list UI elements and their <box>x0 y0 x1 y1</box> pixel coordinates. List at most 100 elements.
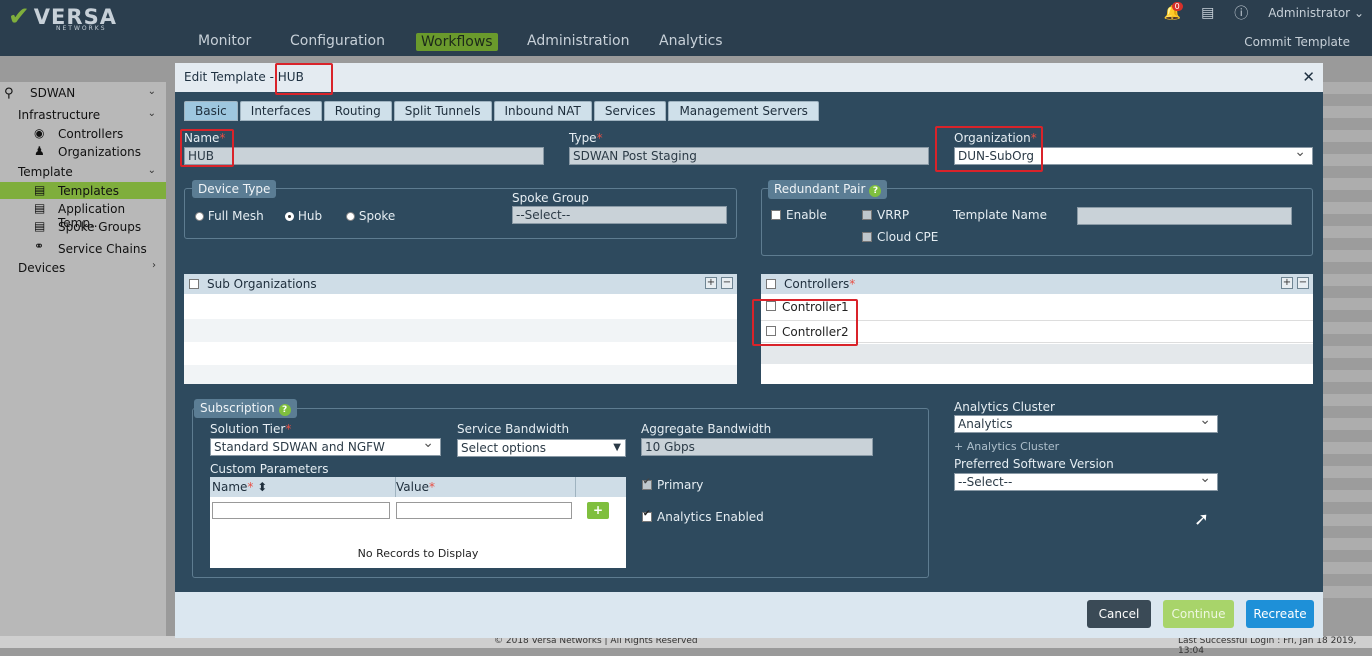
add-analytics-cluster-link[interactable]: + Analytics Cluster <box>954 440 1059 453</box>
sort-icon[interactable]: ⬍ <box>257 480 267 494</box>
tab-basic[interactable]: Basic <box>184 101 238 121</box>
nav-analytics[interactable]: Analytics <box>659 33 723 49</box>
check-icon: ✔ <box>643 509 651 519</box>
nav-monitor[interactable]: Monitor <box>198 33 251 49</box>
tab-inbound-nat[interactable]: Inbound NAT <box>493 101 592 121</box>
primary-label: Primary <box>657 478 704 492</box>
sub-organizations-header: Sub Organizations + − <box>184 274 737 294</box>
spoke-group-select[interactable]: --Select-- <box>512 206 727 224</box>
radio-spoke[interactable]: Spoke <box>346 209 395 223</box>
enable-label: Enable <box>786 208 827 222</box>
document-icon[interactable]: ▤ <box>1201 5 1214 21</box>
solution-tier-select[interactable]: Standard SDWAN and NGFW <box>210 435 441 456</box>
versa-logo-icon: ✔ <box>8 2 30 32</box>
spoke-groups-icon: ▤ <box>34 219 46 233</box>
param-value-input[interactable] <box>396 502 572 519</box>
sub-orgs-select-all[interactable] <box>189 279 199 289</box>
vrrp-label: VRRP <box>877 208 910 222</box>
bell-icon[interactable]: 🔔 0 <box>1164 2 1183 21</box>
sidebar-item-spoke-groups[interactable]: Spoke Groups <box>58 220 141 234</box>
last-login: Last Successful Login : Fri, Jan 18 2019… <box>1178 636 1357 656</box>
mouse-cursor-icon: ➚ <box>1194 509 1210 530</box>
logo-text: VERSA <box>33 5 117 29</box>
solution-tier-label: Solution Tier* <box>210 422 292 436</box>
sidebar-sdwan[interactable]: SDWAN <box>30 86 75 100</box>
background-table <box>1323 82 1372 638</box>
tab-bar: Basic Interfaces Routing Split Tunnels I… <box>184 101 819 121</box>
chevron-down-icon: ⌄ <box>1353 6 1364 20</box>
nav-workflows[interactable]: Workflows <box>416 33 498 51</box>
enable-checkbox[interactable] <box>771 210 781 220</box>
top-bar: ✔ VERSA NETWORKS Monitor Configuration W… <box>0 0 1372 56</box>
tab-split-tunnels[interactable]: Split Tunnels <box>393 101 492 121</box>
controllers-header: Controllers* + − <box>761 274 1313 294</box>
sidebar-item-templates[interactable]: Templates <box>58 184 119 198</box>
cancel-button[interactable]: Cancel <box>1087 600 1151 628</box>
sdwan-icon: ⚲ <box>4 86 14 101</box>
tab-interfaces[interactable]: Interfaces <box>239 101 322 121</box>
chevron-right-icon[interactable]: › <box>152 260 156 271</box>
controllers-icon: ◉ <box>34 126 45 140</box>
caret-down-icon: ▼ <box>613 442 621 453</box>
sub-organizations-grid: Sub Organizations + − <box>184 274 737 384</box>
check-icon: ✔ <box>643 477 651 487</box>
versa-logo: ✔ VERSA NETWORKS <box>8 2 117 32</box>
cloud-cpe-checkbox[interactable] <box>862 232 872 242</box>
dialog-footer: Cancel Continue Recreate <box>175 592 1323 638</box>
radio-full-mesh[interactable]: Full Mesh <box>195 209 264 223</box>
name-field[interactable]: HUB <box>184 147 544 165</box>
highlight-box <box>180 129 234 167</box>
tab-routing[interactable]: Routing <box>323 101 392 121</box>
preferred-software-select[interactable]: --Select-- <box>954 470 1218 491</box>
highlight-box <box>752 299 858 346</box>
remove-icon[interactable]: − <box>1297 277 1309 289</box>
custom-parameters-grid: Name* ⬍ Value* + No Records to Display <box>210 477 626 568</box>
analytics-cluster-label: Analytics Cluster <box>954 400 1055 414</box>
tab-management-servers[interactable]: Management Servers <box>668 101 819 121</box>
chevron-down-icon[interactable]: ⌄ <box>148 86 156 97</box>
template-name-label: Template Name <box>953 208 1047 222</box>
device-type-legend: Device Type <box>192 180 277 198</box>
info-icon[interactable]: ⓘ <box>1234 3 1248 23</box>
controllers-select-all[interactable] <box>766 279 776 289</box>
help-icon[interactable]: ? <box>278 404 291 416</box>
aggregate-bandwidth-label: Aggregate Bandwidth <box>641 422 772 436</box>
sidebar-devices[interactable]: Devices <box>18 261 65 275</box>
sidebar-template[interactable]: Template <box>18 165 73 179</box>
commit-template-link[interactable]: Commit Template <box>1244 35 1350 49</box>
template-name-field[interactable] <box>1077 207 1292 225</box>
analytics-cluster-select[interactable]: Analytics <box>954 412 1218 433</box>
vrrp-checkbox[interactable] <box>862 210 872 220</box>
continue-button[interactable]: Continue <box>1163 600 1234 628</box>
add-param-button[interactable]: + <box>587 502 609 519</box>
type-label: Type* <box>569 131 603 145</box>
subscription-legend: Subscription? <box>194 399 297 418</box>
recreate-button[interactable]: Recreate <box>1246 600 1314 628</box>
controllers-title: Controllers* <box>784 277 856 291</box>
add-icon[interactable]: + <box>1281 277 1293 289</box>
radio-hub[interactable]: Hub <box>285 209 322 223</box>
sidebar: ⚲ SDWAN ⌄ Infrastructure ⌄ ◉ Controllers… <box>0 82 166 638</box>
sidebar-item-organizations[interactable]: Organizations <box>58 145 141 159</box>
sidebar-item-controllers[interactable]: Controllers <box>58 127 123 141</box>
param-name-input[interactable] <box>212 502 390 519</box>
help-icon[interactable]: ? <box>869 185 882 197</box>
user-name: Administrator <box>1268 6 1351 20</box>
logo-subtext: NETWORKS <box>56 25 107 32</box>
nav-administration[interactable]: Administration <box>527 33 629 49</box>
tab-services[interactable]: Services <box>593 101 667 121</box>
highlight-box <box>935 126 1043 172</box>
user-menu[interactable]: Administrator ⌄ <box>1268 6 1364 20</box>
chevron-down-icon[interactable]: ⌄ <box>148 165 156 176</box>
sidebar-infrastructure[interactable]: Infrastructure <box>18 108 100 122</box>
dialog-header: Edit Template - HUB ✕ <box>175 63 1323 92</box>
close-icon[interactable]: ✕ <box>1302 68 1315 86</box>
service-bandwidth-select[interactable]: Select options ▼ <box>457 439 626 457</box>
remove-icon[interactable]: − <box>721 277 733 289</box>
chevron-down-icon[interactable]: ⌄ <box>148 108 156 119</box>
spoke-group-label: Spoke Group <box>512 191 589 205</box>
sidebar-item-service-chains[interactable]: Service Chains <box>58 242 147 256</box>
app-templates-icon: ▤ <box>34 201 46 215</box>
nav-configuration[interactable]: Configuration <box>290 33 385 49</box>
add-icon[interactable]: + <box>705 277 717 289</box>
